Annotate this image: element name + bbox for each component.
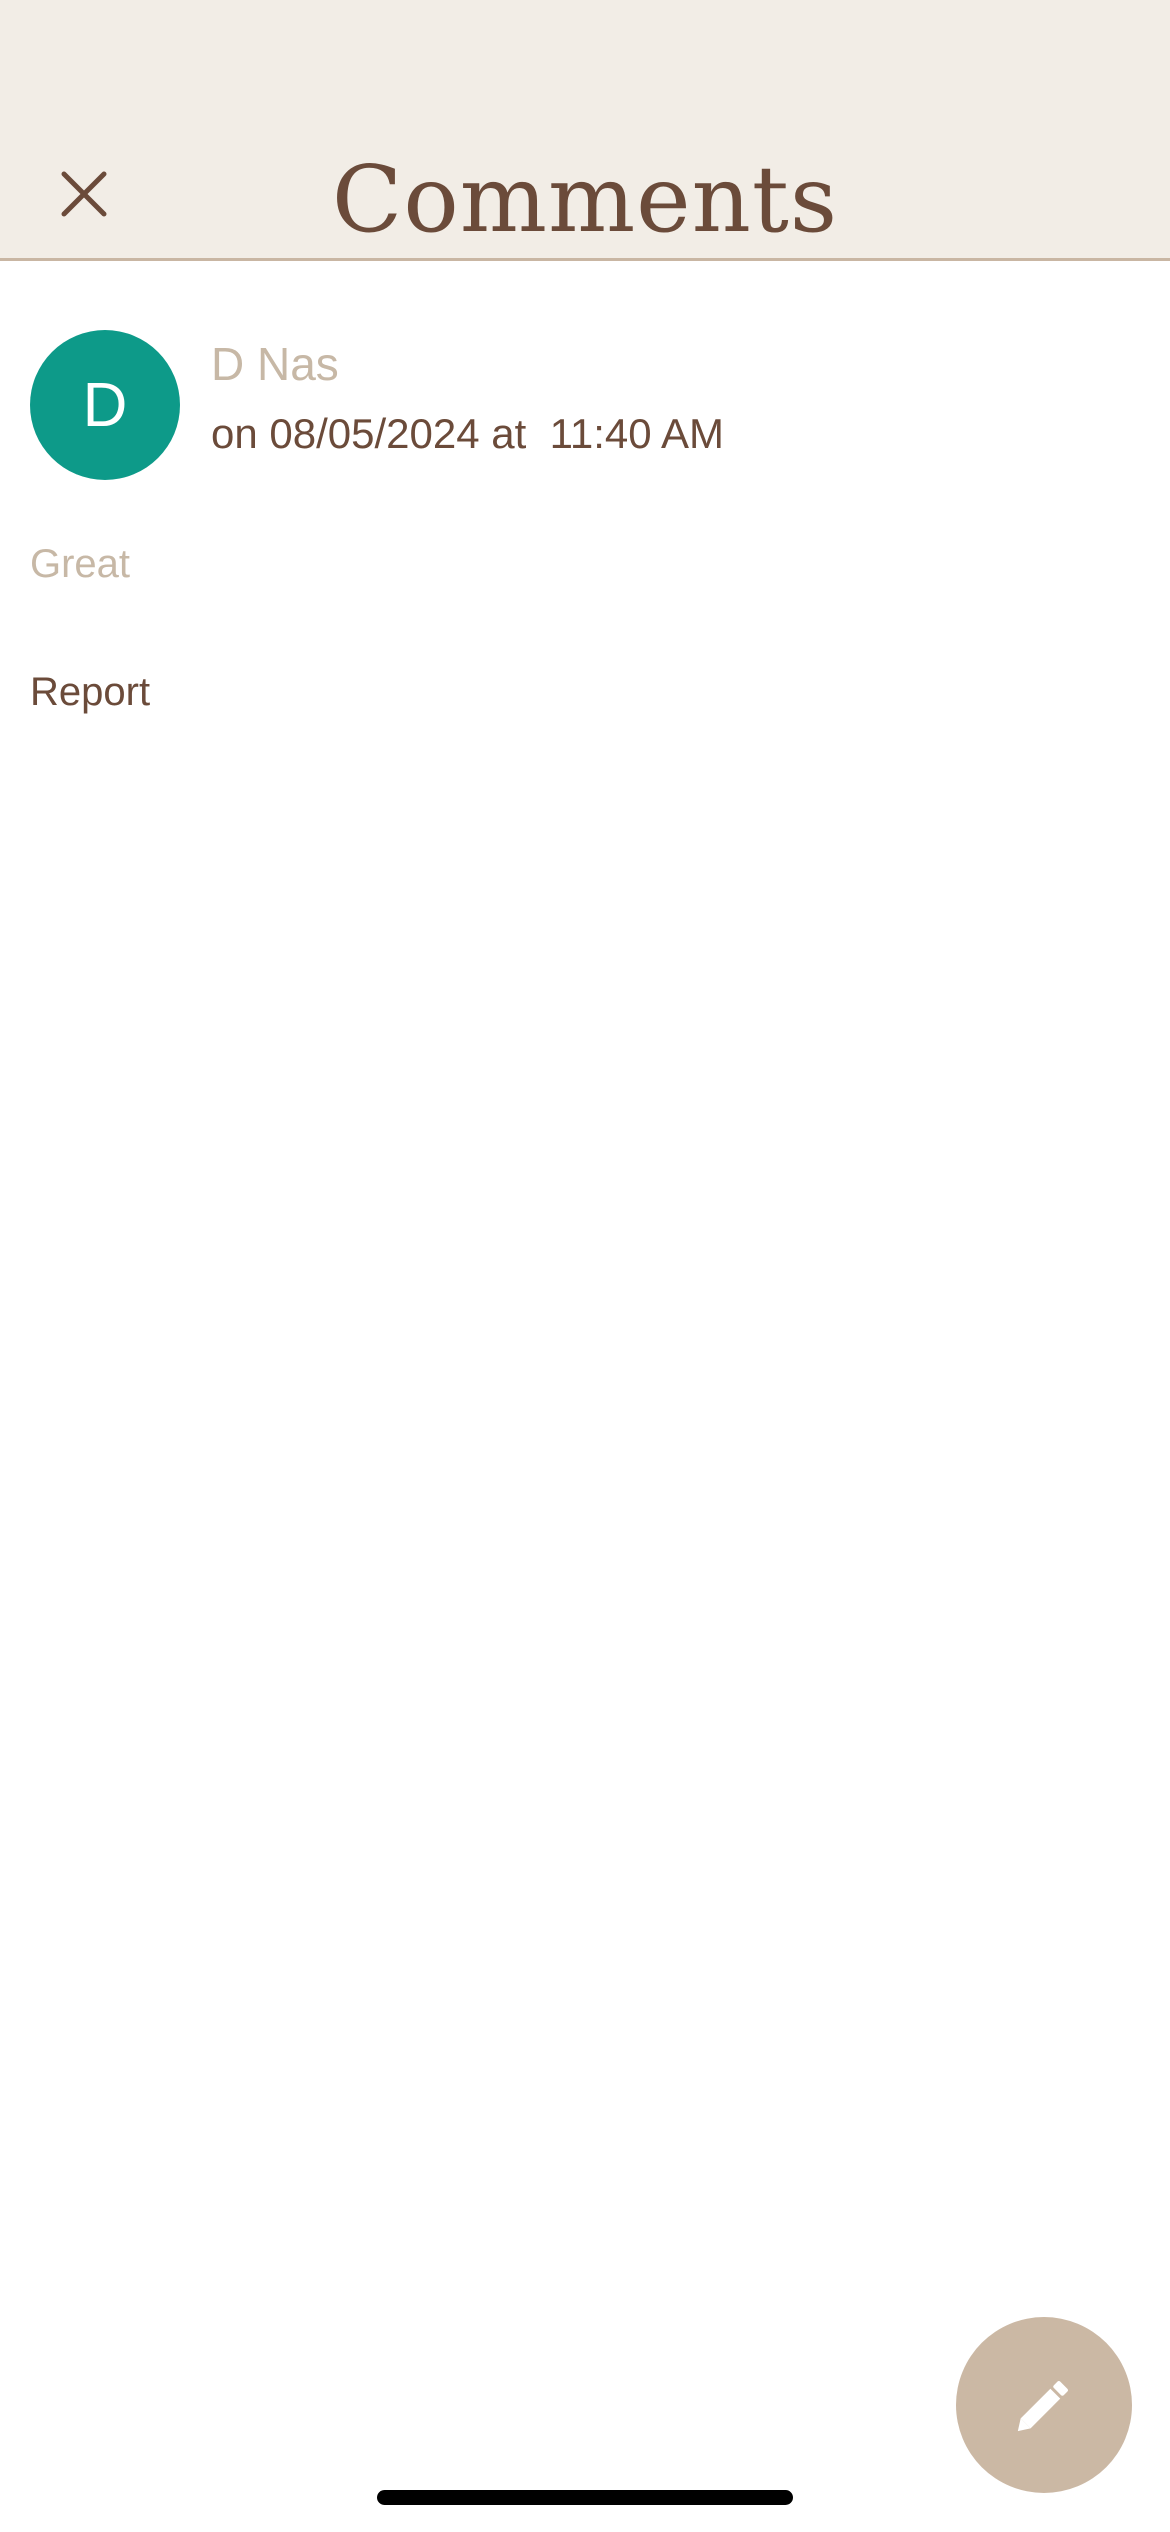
home-indicator <box>377 2490 793 2505</box>
header-bar: Comments <box>0 0 1170 261</box>
comment-text: Great <box>30 542 131 586</box>
comment-timestamp: on 08/05/2024 at 11:40 AM <box>211 410 724 457</box>
pencil-icon <box>1017 2381 1068 2432</box>
write-comment-button[interactable] <box>956 2317 1132 2493</box>
report-link[interactable]: Report <box>30 667 150 717</box>
avatar: D <box>30 330 180 480</box>
avatar-initial: D <box>82 370 128 440</box>
comments-screen: Comments D D Nas on 08/05/2024 at 11:40 … <box>0 0 1170 2532</box>
page-title: Comments <box>331 146 839 253</box>
comment-author: D Nas <box>211 338 339 390</box>
